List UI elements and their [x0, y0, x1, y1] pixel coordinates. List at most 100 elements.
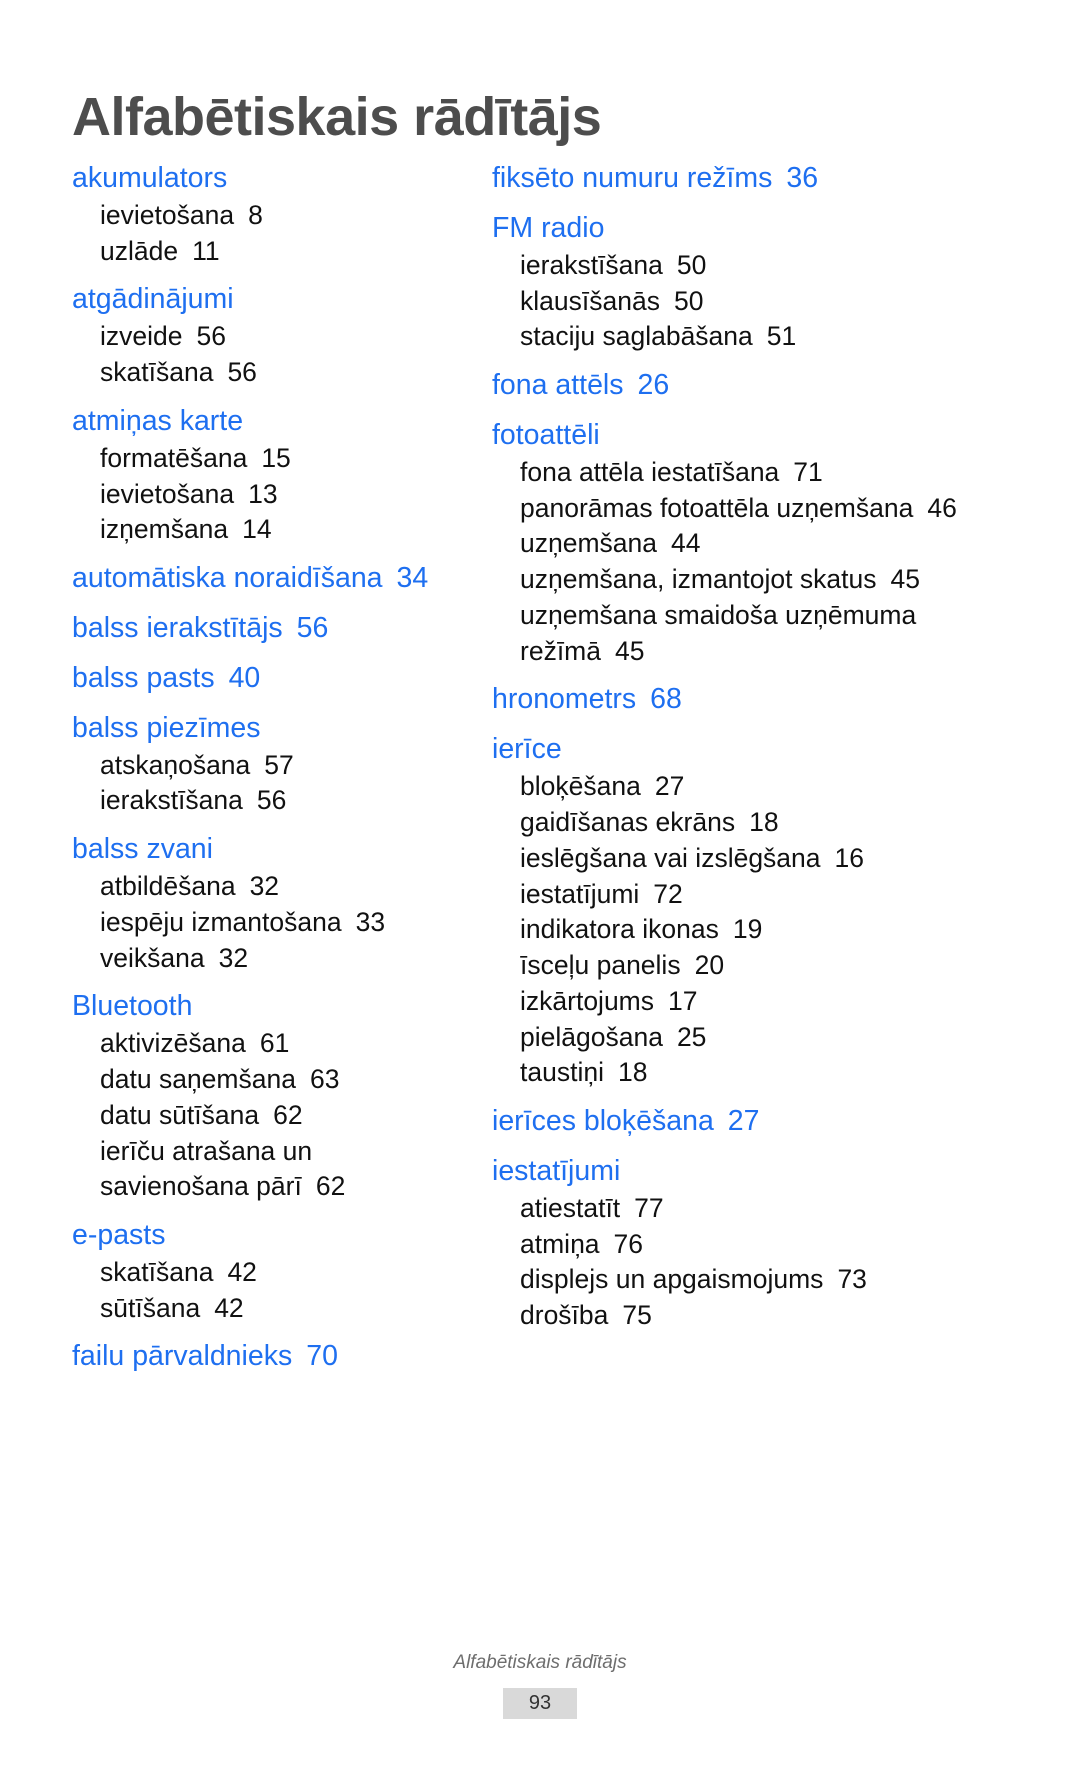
index-subentry-label: ievietošana	[100, 199, 235, 230]
index-subentry[interactable]: veikšana 32	[72, 941, 462, 977]
index-subentry[interactable]: iespēju izmantošana 33	[72, 905, 462, 941]
index-entry-term[interactable]: fotoattēli	[492, 417, 1040, 455]
index-subentry[interactable]: formatēšana 15	[72, 441, 462, 477]
index-subentry-page: 51	[766, 321, 797, 352]
index-entry-term[interactable]: akumulators	[72, 160, 462, 198]
index-subentry[interactable]: datu saņemšana 63	[72, 1062, 462, 1098]
index-subentry[interactable]: izņemšana 14	[72, 512, 462, 548]
index-subentry[interactable]: izveide 56	[72, 319, 462, 355]
index-entry-group: balss ierakstītājs 56	[72, 610, 462, 648]
index-subentry[interactable]: staciju saglabāšana 51	[492, 319, 1040, 355]
index-entry-term[interactable]: Bluetooth	[72, 988, 462, 1026]
index-entry-term[interactable]: balss zvani	[72, 831, 462, 869]
index-columns: akumulators ievietošana 8 uzlāde 11 atgādināj…	[0, 160, 1080, 1376]
index-subentry-page: 18	[617, 1057, 648, 1088]
index-subentry-page: 8	[248, 199, 263, 230]
index-entry-term[interactable]: balss piezīmes	[72, 710, 462, 748]
index-subentry[interactable]: ievietošana 8	[72, 198, 462, 234]
index-subentry-page: 50	[676, 249, 707, 280]
index-subentry-page: 19	[732, 914, 763, 945]
index-entry-term[interactable]: fona attēls 26	[492, 367, 1040, 405]
index-entry-page: 36	[786, 162, 819, 194]
index-entry-term[interactable]: atmiņas karte	[72, 403, 462, 441]
index-subentry-page: 18	[749, 807, 779, 837]
index-subentry-list: aktivizēšana 61 datu saņemšana 63 datu sūtīš…	[72, 1026, 462, 1205]
index-subentry[interactable]: iestatījumi 72	[492, 877, 1040, 913]
index-subentry-page: 50	[673, 285, 704, 316]
index-entry-label: iestatījumi	[492, 1155, 621, 1188]
index-subentry[interactable]: ievietošana 13	[72, 477, 462, 513]
index-subentry[interactable]: ieslēgšana vai izslēgšana 16	[492, 841, 1040, 877]
index-subentry-label: ievietošana	[100, 478, 235, 509]
index-subentry[interactable]: indikatora ikonas 19	[492, 912, 1040, 948]
index-subentry-label: datu saņemšana	[100, 1063, 296, 1094]
index-subentry[interactable]: īsceļu panelis 20	[492, 948, 1040, 984]
index-subentry[interactable]: drošība 75	[492, 1298, 1040, 1334]
index-subentry[interactable]: taustiņi 18	[492, 1055, 1040, 1091]
index-subentry[interactable]: uzņemšana smaidoša uzņēmuma režīmā 45	[492, 598, 1040, 670]
index-entry-term[interactable]: fiksēto numuru režīms 36	[492, 160, 1040, 198]
index-subentry-page: 73	[837, 1264, 867, 1295]
index-entry-group: fiksēto numuru režīms 36	[492, 160, 1040, 198]
index-subentry-page: 72	[653, 878, 683, 909]
index-subentry-page: 44	[671, 528, 701, 559]
index-subentry[interactable]: skatīšana 42	[72, 1255, 462, 1291]
footer-section-label: Alfabētiskais rādītājs	[453, 1652, 627, 1673]
index-subentry[interactable]: uzņemšana, izmantojot skatus 45	[492, 562, 1040, 598]
index-subentry-list: izveide 56 skatīšana 56	[72, 319, 462, 391]
index-subentry-label: taustiņi	[520, 1057, 604, 1088]
index-entry-term[interactable]: ierīces bloķēšana 27	[492, 1103, 1040, 1141]
index-subentry[interactable]: datu sūtīšana 62	[72, 1098, 462, 1134]
index-subentry[interactable]: uzlāde 11	[72, 234, 462, 270]
index-subentry-label: indikatora ikonas	[520, 914, 719, 945]
index-entry-term[interactable]: ierīce	[492, 731, 1040, 769]
index-subentry-label: klausīšanās	[520, 285, 660, 316]
index-subentry-label: veikšana	[100, 942, 205, 973]
index-subentry[interactable]: izkārtojums 17	[492, 984, 1040, 1020]
index-entry-page: 40	[228, 661, 261, 694]
index-entry-label: akumulators	[72, 162, 228, 194]
index-entry-label: atmiņas karte	[72, 404, 244, 437]
index-subentry-list: ierakstīšana 50 klausīšanās 50 staciju sagla…	[492, 248, 1040, 355]
index-entry-term[interactable]: balss pasts 40	[72, 660, 462, 698]
index-subentry-list: fona attēla iestatīšana 71 panorāmas fotoa…	[492, 455, 1040, 670]
index-subentry[interactable]: ierīču atrašana un savienošana pārī 62	[72, 1134, 462, 1206]
index-entry-group: FM radio ierakstīšana 50 klausīšanās 50 staci…	[492, 210, 1040, 355]
index-subentry[interactable]: atbildēšana 32	[72, 869, 462, 905]
index-subentry-page: 75	[622, 1300, 652, 1331]
index-subentry[interactable]: displejs un apgaismojums 73	[492, 1262, 1040, 1298]
index-subentry[interactable]: sūtīšana 42	[72, 1291, 462, 1327]
index-subentry-page: 71	[793, 456, 823, 487]
index-entry-term[interactable]: balss ierakstītājs 56	[72, 610, 462, 648]
index-subentry[interactable]: ierakstīšana 50	[492, 248, 1040, 284]
index-subentry[interactable]: pielāgošana 25	[492, 1020, 1040, 1056]
index-entry-term[interactable]: automātiska noraidīšana 34	[72, 560, 462, 598]
index-subentry[interactable]: atmiņa 76	[492, 1227, 1040, 1263]
index-subentry-page: 63	[309, 1063, 340, 1094]
index-entry-label: balss piezīmes	[72, 711, 261, 744]
index-subentry[interactable]: bloķēšana 27	[492, 769, 1040, 805]
index-subentry[interactable]: aktivizēšana 61	[72, 1026, 462, 1062]
index-subentry[interactable]: fona attēla iestatīšana 71	[492, 455, 1040, 491]
index-entry-term[interactable]: iestatījumi	[492, 1153, 1040, 1191]
index-entry-term[interactable]: e-pasts	[72, 1217, 462, 1255]
index-subentry[interactable]: atiestatīt 77	[492, 1191, 1040, 1227]
index-subentry[interactable]: atskaņošana 57	[72, 748, 462, 784]
index-entry-term[interactable]: failu pārvaldnieks 70	[72, 1338, 462, 1376]
index-entry-label: FM radio	[492, 211, 605, 244]
index-subentry[interactable]: gaidīšanas ekrāns 18	[492, 805, 1040, 841]
index-subentry-label: displejs un apgaismojums	[520, 1264, 824, 1295]
index-page: Alfabētiskais rādītājs akumulators ieviet…	[0, 0, 1080, 1771]
index-subentry[interactable]: uzņemšana 44	[492, 526, 1040, 562]
index-entry-term[interactable]: FM radio	[492, 210, 1040, 248]
index-entry-group: balss zvani atbildēšana 32 iespēju izmantoš…	[72, 831, 462, 976]
index-subentry[interactable]: ierakstīšana 56	[72, 783, 462, 819]
index-entry-term[interactable]: atgādinājumi	[72, 281, 462, 319]
index-subentry-page: 62	[315, 1171, 346, 1202]
index-entry-term[interactable]: hronometrs 68	[492, 681, 1040, 719]
index-subentry-page: 32	[218, 942, 249, 973]
index-subentry[interactable]: skatīšana 56	[72, 355, 462, 391]
index-subentry[interactable]: klausīšanās 50	[492, 284, 1040, 320]
index-subentry[interactable]: panorāmas fotoattēla uzņemšana 46	[492, 491, 1040, 527]
index-subentry-label: uzņemšana smaidoša uzņēmuma režīmā	[520, 599, 917, 666]
